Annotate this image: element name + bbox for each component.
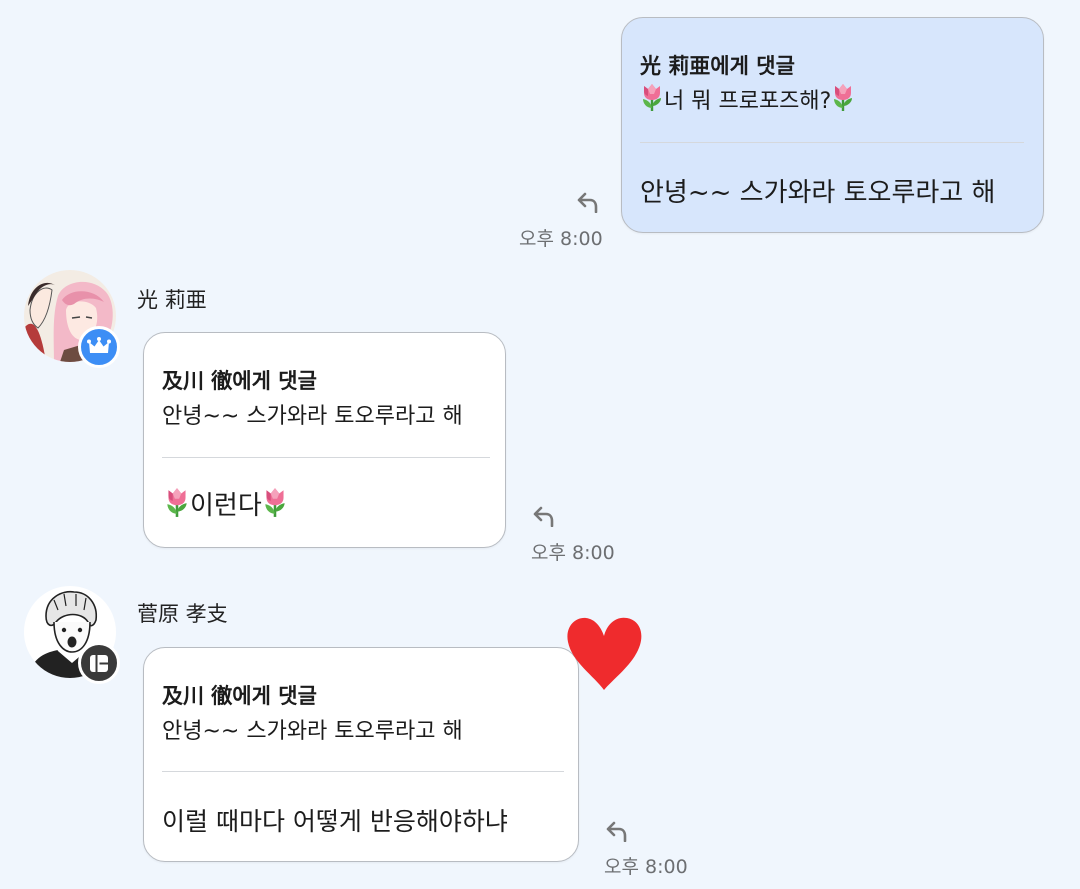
- reply-header: 光 莉亜에게 댓글: [640, 54, 795, 78]
- message-text: 안녕~~ 스가와라 토오루라고 해: [640, 178, 996, 208]
- reply-quote-text: 너 뭐 프로포즈해?: [664, 89, 832, 114]
- reply-header: 及川 徹에게 댓글: [162, 369, 317, 393]
- tulip-icon: [831, 82, 855, 112]
- message-bubble-1[interactable]: 光 莉亜에게 댓글 너 뭐 프로포즈해? 안녕~~ 스가와라 토오루라고 해: [621, 17, 1044, 233]
- tulip-icon: [640, 82, 664, 112]
- divider: [162, 457, 490, 458]
- crown-badge: [78, 326, 120, 368]
- message-time: 오후 8:00: [604, 856, 688, 878]
- message-text: 이럴 때마다 어떻게 반응해야하냐: [162, 807, 508, 836]
- tulip-icon: [164, 486, 190, 518]
- reply-arrow-icon[interactable]: [576, 191, 602, 213]
- reply-quote: 안녕~~ 스가와라 토오루라고 해: [162, 404, 463, 429]
- message-text-content: 이런다: [190, 491, 262, 521]
- message-time: 오후 8:00: [519, 228, 603, 250]
- reply-arrow-icon[interactable]: [605, 820, 631, 842]
- sender-name[interactable]: 菅原 孝支: [137, 598, 228, 628]
- bot-badge: [78, 642, 120, 684]
- tulip-icon: [262, 486, 288, 518]
- reply-quote: 너 뭐 프로포즈해?: [640, 82, 855, 115]
- crown-icon: [87, 337, 111, 353]
- message-time: 오후 8:00: [531, 542, 615, 564]
- reply-header: 及川 徹에게 댓글: [162, 684, 317, 708]
- message-text: 이런다: [164, 485, 288, 522]
- bot-icon: [90, 655, 108, 672]
- divider: [162, 771, 564, 772]
- reply-arrow-icon[interactable]: [532, 505, 558, 527]
- sender-name[interactable]: 光 莉亜: [137, 284, 207, 314]
- heart-icon: [567, 617, 642, 690]
- reply-quote: 안녕~~ 스가와라 토오루라고 해: [162, 719, 463, 744]
- message-bubble-3[interactable]: 及川 徹에게 댓글 안녕~~ 스가와라 토오루라고 해 이럴 때마다 어떻게 반…: [143, 647, 579, 862]
- divider: [640, 142, 1024, 143]
- message-bubble-2[interactable]: 及川 徹에게 댓글 안녕~~ 스가와라 토오루라고 해 이런다: [143, 332, 506, 548]
